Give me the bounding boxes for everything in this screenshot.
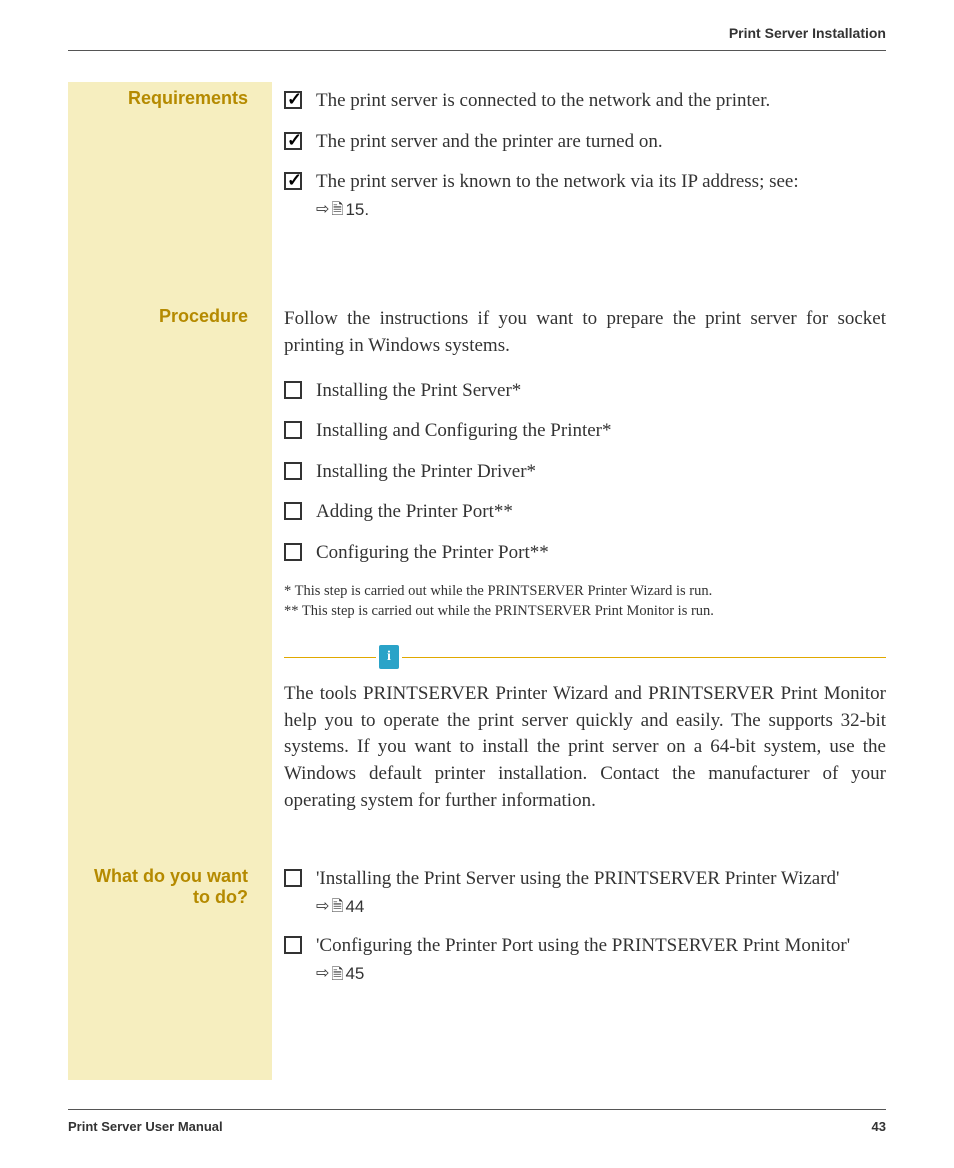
requirements-body: The print server is connected to the net… — [284, 88, 886, 236]
arrow-right-icon: ⇨ — [316, 896, 329, 918]
info-text: The tools PRINTSERVER Printer Wizard and… — [284, 681, 886, 814]
empty-box-icon — [284, 381, 302, 399]
document-icon: 🗎 — [331, 896, 343, 917]
whattodo-body: 'Installing the Print Server using the P… — [284, 866, 886, 1000]
divider-line — [402, 657, 886, 658]
requirement-text: The print server is connected to the net… — [316, 88, 886, 115]
section-whattodo: What do you want to do? 'Installing the … — [68, 866, 886, 1000]
page-ref-number: 44 — [345, 895, 364, 919]
checked-box-icon — [284, 172, 302, 190]
label-line2: to do? — [193, 887, 248, 907]
procedure-body: Follow the instructions if you want to p… — [284, 306, 886, 814]
section-procedure: Procedure Follow the instructions if you… — [68, 306, 886, 814]
footnotes: * This step is carried out while the PRI… — [284, 581, 886, 622]
page-ref-number: 45 — [345, 962, 364, 986]
step-text: Adding the Printer Port** — [316, 499, 886, 526]
footer-right: 43 — [872, 1119, 886, 1134]
info-divider: i — [284, 645, 886, 669]
whattodo-text-inline: 'Configuring the Printer Port using the … — [316, 935, 850, 956]
footnote-2: ** This step is carried out while the PR… — [284, 601, 886, 621]
label-line1: What do you want — [94, 866, 248, 886]
whattodo-item: 'Configuring the Printer Port using the … — [284, 933, 886, 986]
procedure-step: Configuring the Printer Port** — [284, 540, 886, 567]
spacer — [68, 814, 886, 866]
step-text: Installing the Printer Driver* — [316, 459, 886, 486]
label-procedure: Procedure — [68, 306, 256, 327]
requirement-item: The print server is connected to the net… — [284, 88, 886, 115]
requirement-text: The print server is known to the network… — [316, 169, 886, 222]
step-text: Configuring the Printer Port** — [316, 540, 886, 567]
empty-box-icon — [284, 421, 302, 439]
empty-box-icon — [284, 936, 302, 954]
empty-box-icon — [284, 462, 302, 480]
empty-box-icon — [284, 543, 302, 561]
page-reference[interactable]: ⇨🗎44 — [316, 895, 364, 919]
header-title: Print Server Installation — [729, 25, 886, 41]
procedure-intro: Follow the instructions if you want to p… — [284, 306, 886, 359]
procedure-step: Adding the Printer Port** — [284, 499, 886, 526]
whattodo-text-inline: 'Installing the Print Server using the P… — [316, 868, 839, 889]
header-rule — [68, 50, 886, 51]
whattodo-text: 'Installing the Print Server using the P… — [316, 866, 886, 919]
step-text: Installing and Configuring the Printer* — [316, 418, 886, 445]
empty-box-icon — [284, 869, 302, 887]
page-reference[interactable]: ⇨🗎15. — [316, 198, 369, 222]
requirement-item: The print server and the printer are tur… — [284, 129, 886, 156]
step-text: Installing the Print Server* — [316, 378, 886, 405]
whattodo-item: 'Installing the Print Server using the P… — [284, 866, 886, 919]
procedure-step: Installing the Print Server* — [284, 378, 886, 405]
page-reference[interactable]: ⇨🗎45 — [316, 962, 364, 986]
divider-line — [284, 657, 376, 658]
requirement-text: The print server and the printer are tur… — [316, 129, 886, 156]
requirement-text-inline: The print server is known to the network… — [316, 171, 799, 192]
footer-rule — [68, 1109, 886, 1110]
page-footer: Print Server User Manual 43 — [68, 1119, 886, 1134]
page-ref-number: 15. — [345, 198, 369, 222]
footer-left: Print Server User Manual — [68, 1119, 223, 1134]
empty-box-icon — [284, 502, 302, 520]
procedure-step: Installing the Printer Driver* — [284, 459, 886, 486]
checked-box-icon — [284, 132, 302, 150]
document-icon: 🗎 — [331, 199, 343, 220]
arrow-right-icon: ⇨ — [316, 963, 329, 985]
section-requirements: Requirements The print server is connect… — [68, 82, 886, 236]
whattodo-text: 'Configuring the Printer Port using the … — [316, 933, 886, 986]
requirement-item: The print server is known to the network… — [284, 169, 886, 222]
document-icon: 🗎 — [331, 964, 343, 985]
label-requirements: Requirements — [68, 88, 256, 109]
arrow-right-icon: ⇨ — [316, 199, 329, 221]
checked-box-icon — [284, 91, 302, 109]
spacer — [68, 236, 886, 306]
page-content: Requirements The print server is connect… — [68, 82, 886, 1000]
footnote-1: * This step is carried out while the PRI… — [284, 581, 886, 601]
info-icon: i — [379, 645, 399, 669]
label-whattodo: What do you want to do? — [68, 866, 256, 908]
procedure-step: Installing and Configuring the Printer* — [284, 418, 886, 445]
